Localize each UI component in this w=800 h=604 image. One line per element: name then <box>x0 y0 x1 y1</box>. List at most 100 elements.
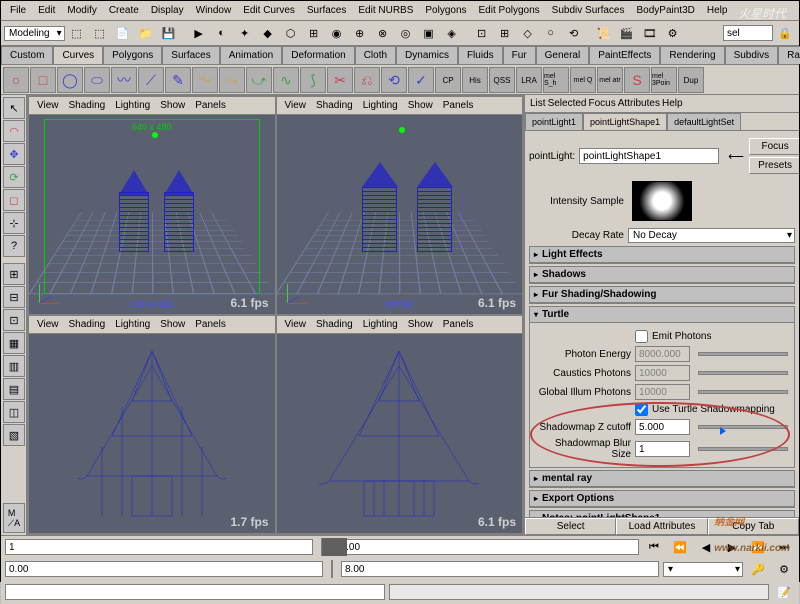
select-mask-icon[interactable]: ▶ <box>188 23 210 43</box>
vp-menu-item[interactable]: Panels <box>439 99 478 112</box>
range-start-input[interactable] <box>5 561 323 577</box>
vp-menu-item[interactable]: Show <box>404 318 437 331</box>
select-mask-icon[interactable]: ⊗ <box>372 23 394 43</box>
shelf-mel-icon[interactable]: mel Q <box>570 67 596 93</box>
menu-surfaces[interactable]: Surfaces <box>302 3 351 18</box>
tool-icon[interactable]: 📄 <box>112 23 134 43</box>
rotate-tool-icon[interactable]: ⟳ <box>3 166 25 188</box>
render-icon[interactable]: ⚙ <box>662 23 684 43</box>
time-handle[interactable] <box>322 538 347 556</box>
shelf-tab[interactable]: Fur <box>503 46 536 64</box>
move-tool-icon[interactable]: ✥ <box>3 143 25 165</box>
vp-menu-item[interactable]: Panels <box>439 318 478 331</box>
vp-menu-item[interactable]: Show <box>404 99 437 112</box>
lock-sel-icon[interactable]: 🔒 <box>774 23 796 43</box>
viewport-side[interactable]: View Shading Lighting Show Panels <box>277 316 523 533</box>
menu-edit[interactable]: Edit <box>33 3 60 18</box>
layout-icon[interactable]: ⊡ <box>3 309 25 331</box>
use-shadowmap-checkbox[interactable] <box>635 403 648 416</box>
scale-tool-icon[interactable]: ◻ <box>3 189 25 211</box>
vp-menu-item[interactable]: Shading <box>65 99 110 112</box>
menu-help[interactable]: Help <box>702 3 733 18</box>
shelf-tab[interactable]: Subdivs <box>725 46 779 64</box>
play-prev-icon[interactable]: ⏪ <box>669 537 691 557</box>
attr-menu-item[interactable]: Selected <box>548 98 587 109</box>
tool-icon[interactable]: ⬚ <box>89 23 111 43</box>
select-mask-icon[interactable]: ◈ <box>441 23 463 43</box>
vp-menu-item[interactable]: Show <box>156 99 189 112</box>
decay-dropdown[interactable]: No Decay <box>628 228 795 243</box>
snap-icon[interactable]: ◇ <box>517 23 539 43</box>
snap-icon[interactable]: ⊞ <box>494 23 516 43</box>
time-slider[interactable] <box>321 538 323 556</box>
snap-icon[interactable]: ○ <box>540 23 562 43</box>
tool-icon[interactable]: 💾 <box>158 23 180 43</box>
anim-dropdown[interactable]: ▾ <box>663 562 743 577</box>
shelf-mel-icon[interactable]: CP <box>435 67 461 93</box>
shelf-tab-active[interactable]: Curves <box>53 46 103 64</box>
time-end-input[interactable] <box>331 539 639 555</box>
shelf-tab[interactable]: Deformation <box>282 46 354 64</box>
tool-icon[interactable]: 📁 <box>135 23 157 43</box>
snap-icon[interactable]: ⊡ <box>471 23 493 43</box>
render-icon[interactable]: 🎞 <box>639 23 661 43</box>
vp-menu-item[interactable]: Lighting <box>359 99 402 112</box>
menu-file[interactable]: File <box>5 3 31 18</box>
attr-menu-item[interactable]: Help <box>662 98 683 109</box>
shelf-curve-icon[interactable]: ✎ <box>165 67 191 93</box>
menu-editnurbs[interactable]: Edit NURBS <box>353 3 418 18</box>
layout-icon[interactable]: ◫ <box>3 401 25 423</box>
shelf-mel-icon[interactable]: mel 3Poin <box>651 67 677 93</box>
script-editor-icon[interactable]: 📝 <box>773 582 795 602</box>
layout-icon[interactable]: ▥ <box>3 355 25 377</box>
shelf-mel-icon[interactable]: Dup <box>678 67 704 93</box>
lasso-tool-icon[interactable]: ◠ <box>3 120 25 142</box>
menu-editpoly[interactable]: Edit Polygons <box>474 3 545 18</box>
section-shadows[interactable]: Shadows <box>530 267 794 283</box>
select-mask-icon[interactable]: ◎ <box>395 23 417 43</box>
attr-tab[interactable]: pointLight1 <box>525 113 583 130</box>
shelf-curve-icon[interactable]: 〰 <box>111 67 137 93</box>
slider[interactable] <box>698 447 788 451</box>
select-mask-icon[interactable]: ◆ <box>257 23 279 43</box>
shelf-mel-icon[interactable]: mel atr <box>597 67 623 93</box>
menu-create[interactable]: Create <box>104 3 144 18</box>
tool-icon[interactable]: ⬚ <box>66 23 88 43</box>
vp-menu-item[interactable]: View <box>33 318 63 331</box>
shelf-curve-icon[interactable]: ∿ <box>273 67 299 93</box>
shelf-tab[interactable]: General <box>536 46 590 64</box>
vp-menu-item[interactable]: Lighting <box>359 318 402 331</box>
layout-icon[interactable]: ⊟ <box>3 286 25 308</box>
vp-menu-item[interactable]: Panels <box>191 99 230 112</box>
node-name-input[interactable] <box>579 148 719 164</box>
menu-window[interactable]: Window <box>191 3 237 18</box>
shelf-curve-icon[interactable]: ⤻ <box>246 67 272 93</box>
play-start-icon[interactable]: ⏮ <box>643 537 665 557</box>
shelf-curve-icon[interactable]: ○ <box>3 67 29 93</box>
shelf-tab[interactable]: Cloth <box>355 46 396 64</box>
nav-icon[interactable]: ⟵ <box>727 149 745 163</box>
shelf-mel-icon[interactable]: LRA <box>516 67 542 93</box>
select-mask-icon[interactable]: ⊞ <box>303 23 325 43</box>
vp-menu-item[interactable]: Lighting <box>111 99 154 112</box>
menu-display[interactable]: Display <box>146 3 189 18</box>
shelf-mel-icon[interactable]: His <box>462 67 488 93</box>
vp-menu-item[interactable]: View <box>33 99 63 112</box>
attr-menu-item[interactable]: List <box>530 98 546 109</box>
sel-input[interactable] <box>723 25 773 41</box>
time-start-input[interactable] <box>5 539 313 555</box>
play-next-icon[interactable]: ⏩ <box>747 537 769 557</box>
prefs-icon[interactable]: ⚙ <box>773 559 795 579</box>
shelf-curve-icon[interactable]: ◯ <box>57 67 83 93</box>
menu-bodypaint[interactable]: BodyPaint3D <box>632 3 700 18</box>
shelf-tab[interactable]: Surfaces <box>162 46 219 64</box>
presets-button[interactable]: Presets <box>749 157 799 174</box>
focus-button[interactable]: Focus <box>749 138 799 155</box>
layout-icon[interactable]: ▦ <box>3 332 25 354</box>
vp-menu-item[interactable]: Shading <box>65 318 110 331</box>
intensity-swatch[interactable] <box>632 181 692 221</box>
mode-dropdown[interactable]: Modeling <box>4 26 65 41</box>
slider[interactable] <box>698 425 788 429</box>
section-lighteffects[interactable]: Light Effects <box>530 247 794 263</box>
shelf-tab[interactable]: Rendering <box>660 46 724 64</box>
